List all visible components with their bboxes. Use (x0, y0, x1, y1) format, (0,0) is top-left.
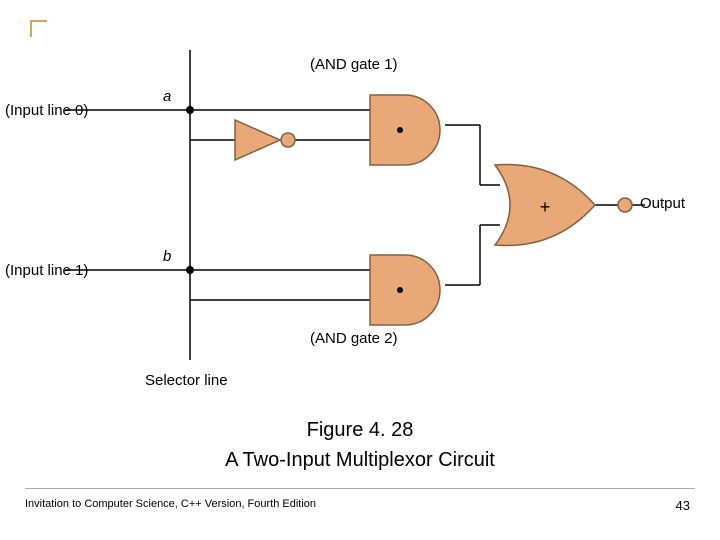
svg-text:+: + (540, 197, 551, 217)
footer-text: Invitation to Computer Science, C++ Vers… (25, 498, 316, 510)
figure-caption: Figure 4. 28 A Two-Input Multiplexor Cir… (0, 415, 720, 475)
signal-b-label: b (163, 248, 171, 265)
or-gate-icon: + (495, 165, 595, 246)
figure-number: Figure 4. 28 (0, 415, 720, 445)
not-gate-icon (235, 120, 295, 160)
footer-divider (25, 488, 695, 489)
and-gate-2-icon (370, 255, 440, 325)
and-gate-1-label: (AND gate 1) (310, 56, 398, 73)
output-label: Output (640, 195, 685, 212)
page-number: 43 (676, 498, 690, 513)
output-node-icon (618, 198, 632, 212)
signal-a-label: a (163, 88, 171, 105)
input-line-0-label: (Input line 0) (5, 102, 88, 119)
corner-decoration (30, 20, 47, 37)
figure-title: A Two-Input Multiplexor Circuit (0, 445, 720, 475)
circuit-diagram: + (Input line 0) (Input line 1) a b (AND… (50, 50, 670, 410)
and-gate-1-icon (370, 95, 440, 165)
input-line-1-label: (Input line 1) (5, 262, 88, 279)
and-gate-2-label: (AND gate 2) (310, 330, 398, 347)
selector-line-label: Selector line (145, 372, 228, 389)
